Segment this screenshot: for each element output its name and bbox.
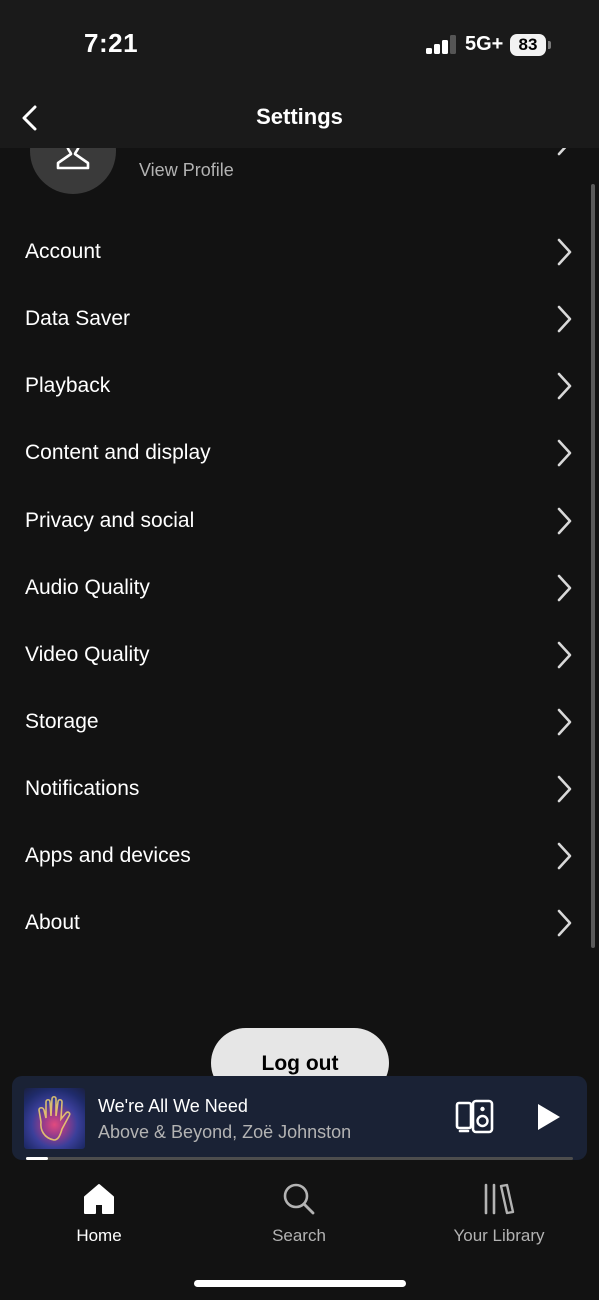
menu-item-apps-and-devices[interactable]: Apps and devices bbox=[0, 826, 572, 886]
playback-progress-fill bbox=[26, 1157, 48, 1160]
chevron-right-icon bbox=[557, 909, 572, 937]
menu-item-label: Apps and devices bbox=[25, 844, 191, 867]
chevron-right-icon bbox=[557, 775, 572, 803]
chevron-right-icon bbox=[557, 641, 572, 669]
menu-item-data-saver[interactable]: Data Saver bbox=[0, 289, 572, 349]
menu-item-label: About bbox=[25, 911, 80, 934]
playback-progress-bar bbox=[26, 1157, 573, 1160]
menu-item-storage[interactable]: Storage bbox=[0, 692, 572, 752]
menu-item-label: Playback bbox=[25, 374, 111, 397]
status-bar: 7:21 5G+ 83 bbox=[0, 0, 599, 88]
mini-player[interactable]: We're All We Need Above & Beyond, Zoë Jo… bbox=[12, 1076, 587, 1160]
nav-label-home: Home bbox=[76, 1226, 122, 1245]
track-artist: Above & Beyond, Zoë Johnston bbox=[98, 1122, 352, 1142]
menu-item-label: Content and display bbox=[25, 441, 211, 464]
chevron-right-icon bbox=[557, 148, 567, 156]
menu-item-label: Video Quality bbox=[25, 643, 150, 666]
menu-item-audio-quality[interactable]: Audio Quality bbox=[0, 558, 572, 618]
chevron-right-icon bbox=[557, 708, 572, 736]
menu-item-label: Privacy and social bbox=[25, 509, 195, 532]
menu-item-label: Notifications bbox=[25, 777, 140, 800]
chevron-right-icon bbox=[557, 507, 572, 535]
scrollbar[interactable] bbox=[591, 184, 595, 948]
nav-item-your-library[interactable]: Your Library bbox=[424, 1176, 574, 1266]
library-icon bbox=[484, 1183, 515, 1215]
connect-device-button[interactable] bbox=[454, 1098, 496, 1136]
hand-artwork-icon bbox=[38, 1095, 71, 1141]
page-title: Settings bbox=[256, 104, 343, 129]
battery-tip bbox=[548, 41, 551, 49]
user-icon bbox=[56, 148, 90, 170]
logout-button[interactable]: Log out bbox=[211, 1028, 389, 1078]
nav-item-search[interactable]: Search bbox=[224, 1176, 374, 1266]
network-type: 5G+ bbox=[465, 33, 504, 55]
search-icon bbox=[283, 1183, 315, 1215]
chevron-right-icon bbox=[557, 439, 572, 467]
chevron-right-icon bbox=[557, 842, 572, 870]
album-art bbox=[24, 1088, 85, 1149]
nav-label-your-library: Your Library bbox=[453, 1226, 545, 1245]
status-time: 7:21 bbox=[84, 28, 139, 58]
nav-label-search: Search bbox=[272, 1226, 326, 1245]
menu-item-playback[interactable]: Playback bbox=[0, 356, 572, 416]
chevron-right-icon bbox=[557, 238, 572, 266]
menu-item-content-and-display[interactable]: Content and display bbox=[0, 423, 572, 483]
chevron-right-icon bbox=[557, 372, 572, 400]
settings-list[interactable]: #### View Profile Account Data Saver Pla… bbox=[0, 148, 599, 1078]
nav-item-home[interactable]: Home bbox=[24, 1176, 174, 1266]
home-icon bbox=[84, 1184, 114, 1214]
menu-item-label: Data Saver bbox=[25, 307, 131, 330]
menu-item-video-quality[interactable]: Video Quality bbox=[0, 625, 572, 685]
settings-header: Settings bbox=[0, 88, 599, 148]
chevron-right-icon bbox=[557, 574, 572, 602]
view-profile-link[interactable]: View Profile bbox=[139, 160, 234, 181]
battery-icon: 83 bbox=[510, 34, 546, 56]
menu-item-label: Storage bbox=[25, 710, 99, 733]
profile-row[interactable]: #### View Profile bbox=[0, 148, 599, 203]
menu-item-notifications[interactable]: Notifications bbox=[0, 759, 572, 819]
play-button[interactable] bbox=[532, 1100, 564, 1134]
track-title: We're All We Need bbox=[98, 1096, 248, 1116]
chevron-right-icon bbox=[557, 305, 572, 333]
menu-item-about[interactable]: About bbox=[0, 893, 572, 953]
home-indicator bbox=[194, 1280, 406, 1287]
cellular-signal-icon bbox=[426, 34, 458, 54]
menu-item-privacy-and-social[interactable]: Privacy and social bbox=[0, 491, 572, 551]
play-icon bbox=[538, 1104, 560, 1130]
connect-device-icon bbox=[455, 1099, 494, 1134]
menu-item-account[interactable]: Account bbox=[0, 222, 572, 282]
menu-item-label: Audio Quality bbox=[25, 576, 150, 599]
avatar bbox=[30, 148, 116, 194]
menu-item-label: Account bbox=[25, 240, 101, 263]
